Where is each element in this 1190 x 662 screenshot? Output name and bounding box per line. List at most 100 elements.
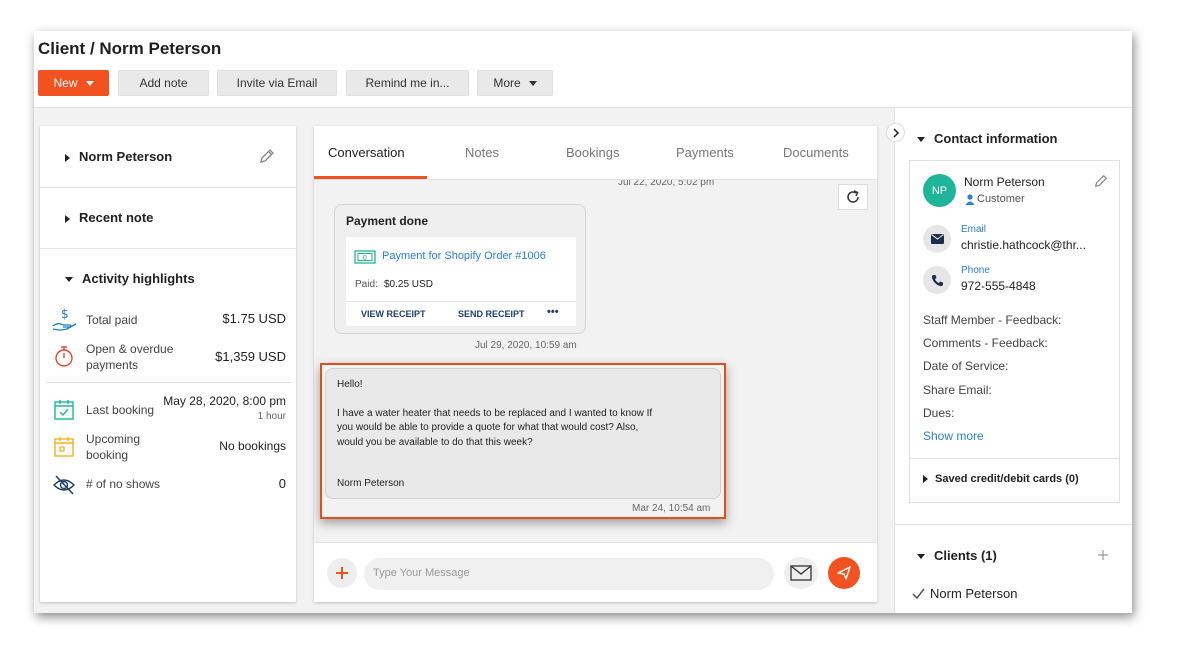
- chat-area[interactable]: Jul 22, 2020, 5:02 pm Payment done 0 Pay…: [314, 180, 877, 542]
- tab-payments[interactable]: Payments: [676, 145, 734, 160]
- calendar-icon: [54, 437, 74, 457]
- no-shows-label: # of no shows: [86, 477, 161, 491]
- refresh-icon: [847, 190, 859, 203]
- svg-text:0: 0: [363, 254, 367, 262]
- clients-header[interactable]: Clients (1): [917, 548, 997, 563]
- new-button[interactable]: New: [38, 70, 109, 96]
- tab-documents[interactable]: Documents: [783, 145, 849, 160]
- overdue-label-2: payments: [86, 358, 139, 372]
- remind-button[interactable]: Remind me in...: [346, 70, 469, 96]
- caret-down-icon: [917, 554, 925, 560]
- avatar: NP: [923, 174, 956, 207]
- recent-note-section[interactable]: Recent note: [40, 188, 296, 249]
- eye-slash-icon: [53, 475, 75, 495]
- tab-notes[interactable]: Notes: [465, 145, 499, 160]
- email-value[interactable]: christie.hathcock@thr...: [961, 238, 1086, 252]
- view-receipt-button[interactable]: VIEW RECEIPT: [361, 309, 426, 319]
- message-composer: Type Your Message: [314, 542, 877, 602]
- field-comments-feedback: Comments - Feedback:: [923, 336, 1048, 350]
- client-summary-card: Norm Peterson Recent note Activity highl…: [40, 126, 296, 602]
- more-button-label: More: [493, 76, 521, 90]
- upcoming-label-1: Upcoming: [86, 432, 141, 446]
- conversation-panel: Conversation Notes Bookings Payments Doc…: [314, 126, 877, 602]
- svg-text:$: $: [61, 307, 69, 321]
- refresh-button[interactable]: [838, 184, 868, 210]
- more-options-icon[interactable]: •••: [547, 306, 559, 318]
- more-button[interactable]: More: [477, 70, 553, 96]
- app-window: Client / Norm Peterson New Add note Invi…: [34, 31, 1132, 613]
- payment-message: Payment done 0 Payment for Shopify Order…: [334, 204, 586, 334]
- last-booking-duration: 1 hour: [257, 411, 286, 422]
- cash-icon: 0: [354, 250, 376, 264]
- field-date-of-service: Date of Service:: [923, 359, 1009, 373]
- divider: [346, 301, 576, 302]
- overdue-row: Open & overdue payments $1,359 USD: [52, 341, 286, 373]
- client-list-item[interactable]: Norm Peterson: [930, 586, 1017, 601]
- payment-link[interactable]: Payment for Shopify Order #1006: [382, 250, 546, 262]
- message-timestamp: Mar 24, 10:54 am: [632, 503, 711, 514]
- person-icon: [965, 194, 975, 205]
- divider: [46, 382, 292, 383]
- chevron-right-icon: [892, 127, 899, 138]
- attach-button[interactable]: [327, 558, 357, 588]
- clients-title: Clients (1): [934, 548, 997, 563]
- email-icon-circle: [923, 225, 951, 253]
- send-icon: [837, 566, 851, 580]
- invite-email-button[interactable]: Invite via Email: [217, 70, 337, 96]
- phone-value[interactable]: 972-555-4848: [961, 279, 1036, 293]
- email-channel-button[interactable]: [784, 557, 818, 589]
- message-input[interactable]: Type Your Message: [364, 558, 774, 590]
- activity-highlights-header[interactable]: Activity highlights: [65, 271, 195, 286]
- overdue-value: $1,359 USD: [215, 349, 286, 364]
- send-receipt-button[interactable]: SEND RECEIPT: [458, 309, 525, 319]
- last-booking-value: May 28, 2020, 8:00 pm: [163, 394, 286, 408]
- recent-note-label: Recent note: [79, 210, 154, 225]
- contact-role: Customer: [977, 193, 1025, 205]
- page-title: Client / Norm Peterson: [38, 39, 222, 58]
- message-line: you would be able to provide a quote for…: [337, 422, 639, 433]
- last-booking-row: Last booking May 28, 2020, 8:00 pm 1 hou…: [52, 394, 286, 426]
- new-button-label: New: [53, 76, 78, 90]
- plus-icon[interactable]: [1097, 549, 1109, 561]
- client-name-section[interactable]: Norm Peterson: [40, 126, 296, 188]
- paid-label: Paid:: [355, 279, 378, 290]
- email-label: Email: [961, 224, 987, 235]
- envelope-icon: [790, 565, 812, 581]
- contact-info-header[interactable]: Contact information: [917, 131, 1058, 146]
- edit-icon[interactable]: [258, 147, 276, 165]
- chevron-down-icon: [85, 80, 94, 86]
- tab-bookings[interactable]: Bookings: [566, 145, 619, 160]
- contact-panel: Contact information NP Norm Peterson Cus…: [886, 108, 1132, 613]
- collapse-panel-button[interactable]: [886, 123, 905, 142]
- upcoming-label-2: booking: [86, 448, 129, 462]
- send-button[interactable]: [828, 557, 860, 589]
- message-line: would you be available to do that this w…: [337, 436, 533, 448]
- total-paid-row: $ Total paid $1.75 USD: [52, 306, 286, 332]
- field-staff-feedback: Staff Member - Feedback:: [923, 313, 1062, 327]
- tab-bar: Conversation Notes Bookings Payments Doc…: [314, 126, 877, 180]
- tab-conversation[interactable]: Conversation: [328, 145, 405, 160]
- calendar-check-icon: [54, 400, 74, 420]
- add-note-button[interactable]: Add note: [118, 70, 209, 96]
- total-paid-label: Total paid: [86, 313, 138, 327]
- paid-value: $0.25 USD: [384, 279, 433, 290]
- field-dues: Dues:: [923, 406, 955, 420]
- message-line: I have a water heater that needs to be r…: [337, 407, 653, 419]
- phone-icon: [931, 274, 943, 286]
- last-booking-label: Last booking: [86, 403, 155, 417]
- money-hand-icon: $: [52, 307, 77, 331]
- no-shows-row: # of no shows 0: [52, 474, 286, 496]
- show-more-link[interactable]: Show more: [923, 429, 984, 443]
- activity-highlights-label: Activity highlights: [82, 271, 195, 286]
- saved-cards-toggle[interactable]: Saved credit/debit cards (0): [923, 473, 1079, 485]
- upcoming-booking-row: Upcoming booking No bookings: [52, 431, 286, 463]
- edit-icon[interactable]: [1093, 173, 1109, 189]
- caret-right-icon: [923, 475, 928, 484]
- message-bubble: Hello! I have a water heater that needs …: [325, 368, 721, 499]
- timer-icon: [55, 346, 73, 367]
- caret-right-icon: [65, 153, 70, 162]
- caret-down-icon: [917, 137, 925, 143]
- upcoming-value: No bookings: [219, 439, 286, 453]
- field-share-email: Share Email:: [923, 383, 992, 397]
- overdue-label-1: Open & overdue: [86, 342, 174, 356]
